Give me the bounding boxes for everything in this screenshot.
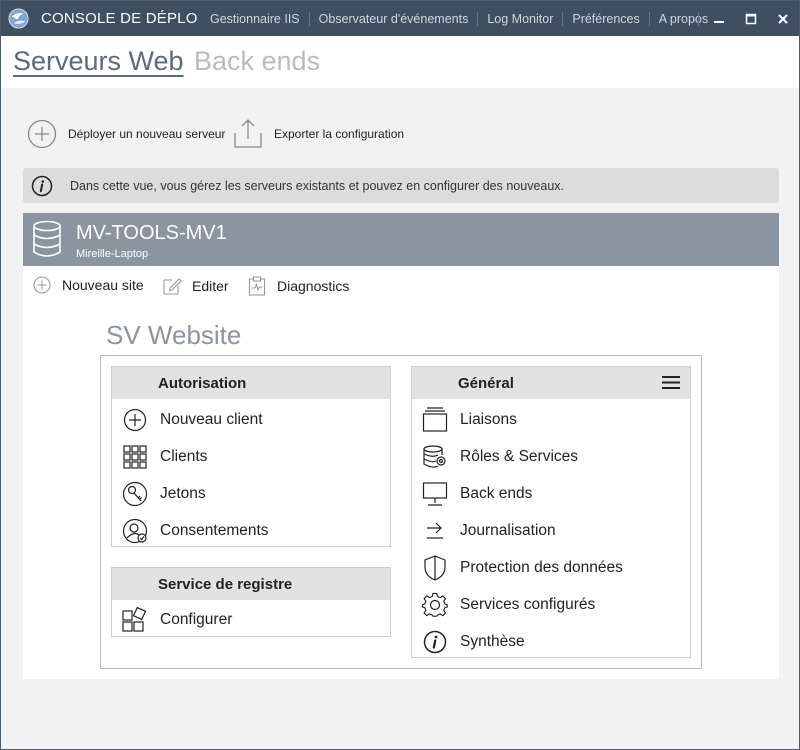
- card-general-header: Général: [412, 367, 690, 399]
- menu-gestionnaire-iis[interactable]: Gestionnaire IIS: [201, 12, 309, 26]
- server-panel: MV-TOOLS-MV1 Mireille-Laptop Nouveau sit…: [23, 213, 779, 679]
- card-item-label: Rôles & Services: [460, 447, 579, 465]
- card-item-label: Jetons: [160, 484, 206, 502]
- edit-button[interactable]: Editer: [162, 276, 229, 296]
- card-item-label: Nouveau client: [160, 410, 263, 428]
- database-icon: [33, 220, 61, 257]
- site-frame: Autorisation Nouveau client Clients Jeto…: [100, 355, 702, 669]
- site-title: SV Website: [106, 320, 242, 350]
- card-item-clients[interactable]: Clients: [112, 438, 390, 475]
- title-bar: CONSOLE DE DÉPLOI… Gestionnaire IIS Obse…: [1, 1, 799, 36]
- deploy-server-button[interactable]: Déployer un nouveau serveur: [27, 119, 225, 149]
- card-autorisation-title: Autorisation: [112, 367, 390, 399]
- grid-icon: [123, 444, 147, 469]
- shield-icon: [424, 554, 446, 581]
- card-item-consentements[interactable]: Consentements: [112, 512, 390, 549]
- info-banner: Dans cette vue, vous gérez les serveurs …: [23, 168, 779, 203]
- info-icon: [31, 175, 53, 196]
- app-logo-icon: [8, 8, 29, 29]
- edit-icon: [163, 278, 182, 295]
- diagnostics-button[interactable]: Diagnostics: [248, 276, 349, 296]
- window-controls: [698, 1, 799, 36]
- minimize-button[interactable]: [703, 1, 735, 36]
- console-window: CONSOLE DE DÉPLOI… Gestionnaire IIS Obse…: [0, 0, 800, 750]
- card-item-liaisons[interactable]: Liaisons: [412, 401, 690, 438]
- upload-icon: [234, 119, 262, 148]
- card-item-label: Back ends: [460, 484, 533, 502]
- card-item-label: Journalisation: [460, 521, 556, 539]
- export-config-label: Exporter la configuration: [274, 127, 405, 141]
- server-header[interactable]: MV-TOOLS-MV1 Mireille-Laptop: [23, 213, 779, 266]
- top-menu: Gestionnaire IIS Observateur d'événement…: [201, 1, 717, 36]
- card-item-label: Protection des données: [460, 558, 623, 576]
- tab-serveurs-web[interactable]: Serveurs Web: [13, 46, 184, 77]
- tab-back-ends[interactable]: Back ends: [194, 46, 320, 77]
- key-icon: [122, 481, 148, 506]
- info-text: Dans cette vue, vous gérez les serveurs …: [70, 178, 565, 193]
- close-icon: [778, 13, 788, 24]
- app-title: CONSOLE DE DÉPLOI…: [41, 10, 199, 27]
- card-item-label: Clients: [160, 447, 208, 465]
- deploy-server-label: Déployer un nouveau serveur: [68, 127, 226, 141]
- card-autorisation: Autorisation Nouveau client Clients Jeto…: [111, 366, 391, 547]
- maximize-icon: [745, 13, 757, 24]
- log-arrow-icon: [427, 522, 443, 539]
- diagnostics-label: Diagnostics: [277, 278, 350, 294]
- card-item-configurer[interactable]: Configurer: [112, 601, 390, 638]
- monitor-icon: [422, 481, 448, 506]
- card-item-nouveau-client[interactable]: Nouveau client: [112, 401, 390, 438]
- view-tabs: Serveurs Web Back ends: [1, 36, 799, 88]
- edit-label: Editer: [192, 278, 229, 294]
- info-icon: [423, 630, 447, 653]
- window-controls-divider: [698, 11, 699, 26]
- card-item-label: Liaisons: [460, 410, 517, 428]
- card-general: Général Liaisons Rôles & Services Back e…: [411, 366, 691, 658]
- card-item-synthese[interactable]: Synthèse: [412, 623, 690, 660]
- new-site-button[interactable]: Nouveau site: [33, 276, 144, 294]
- card-item-label: Services configurés: [460, 595, 596, 613]
- card-item-journalisation[interactable]: Journalisation: [412, 512, 690, 549]
- menu-log-monitor[interactable]: Log Monitor: [477, 11, 562, 26]
- card-service-registre: Service de registre Configurer: [111, 567, 391, 637]
- add-circle-icon: [33, 276, 51, 294]
- card-item-label: Consentements: [160, 521, 269, 539]
- card-registre-title: Service de registre: [112, 568, 390, 600]
- menu-observateur-evenements[interactable]: Observateur d'événements: [308, 11, 478, 26]
- card-item-back-ends[interactable]: Back ends: [412, 475, 690, 512]
- card-item-label: Configurer: [160, 610, 233, 628]
- clipboard-pulse-icon: [248, 276, 266, 296]
- user-check-icon: [122, 518, 148, 543]
- server-name: MV-TOOLS-MV1: [76, 222, 227, 244]
- minimize-icon: [714, 20, 724, 23]
- add-circle-icon: [27, 119, 57, 149]
- hamburger-menu-icon[interactable]: [662, 376, 680, 389]
- maximize-button[interactable]: [735, 1, 767, 36]
- card-item-label: Synthèse: [460, 632, 525, 650]
- menu-preferences[interactable]: Préférences: [562, 11, 648, 26]
- card-item-roles-services[interactable]: Rôles & Services: [412, 438, 690, 475]
- server-host: Mireille-Laptop: [76, 248, 149, 260]
- close-button[interactable]: [767, 1, 799, 36]
- card-general-title: Général: [458, 374, 514, 392]
- export-config-button[interactable]: Exporter la configuration: [233, 117, 404, 149]
- gear-icon: [422, 592, 448, 617]
- add-circle-icon: [123, 408, 147, 431]
- card-item-jetons[interactable]: Jetons: [112, 475, 390, 512]
- card-item-services-configures[interactable]: Services configurés: [412, 586, 690, 623]
- widgets-icon: [122, 606, 147, 632]
- card-item-protection-donnees[interactable]: Protection des données: [412, 549, 690, 586]
- stacked-window-icon: [422, 406, 448, 432]
- database-gear-icon: [423, 444, 446, 468]
- new-site-label: Nouveau site: [62, 277, 144, 293]
